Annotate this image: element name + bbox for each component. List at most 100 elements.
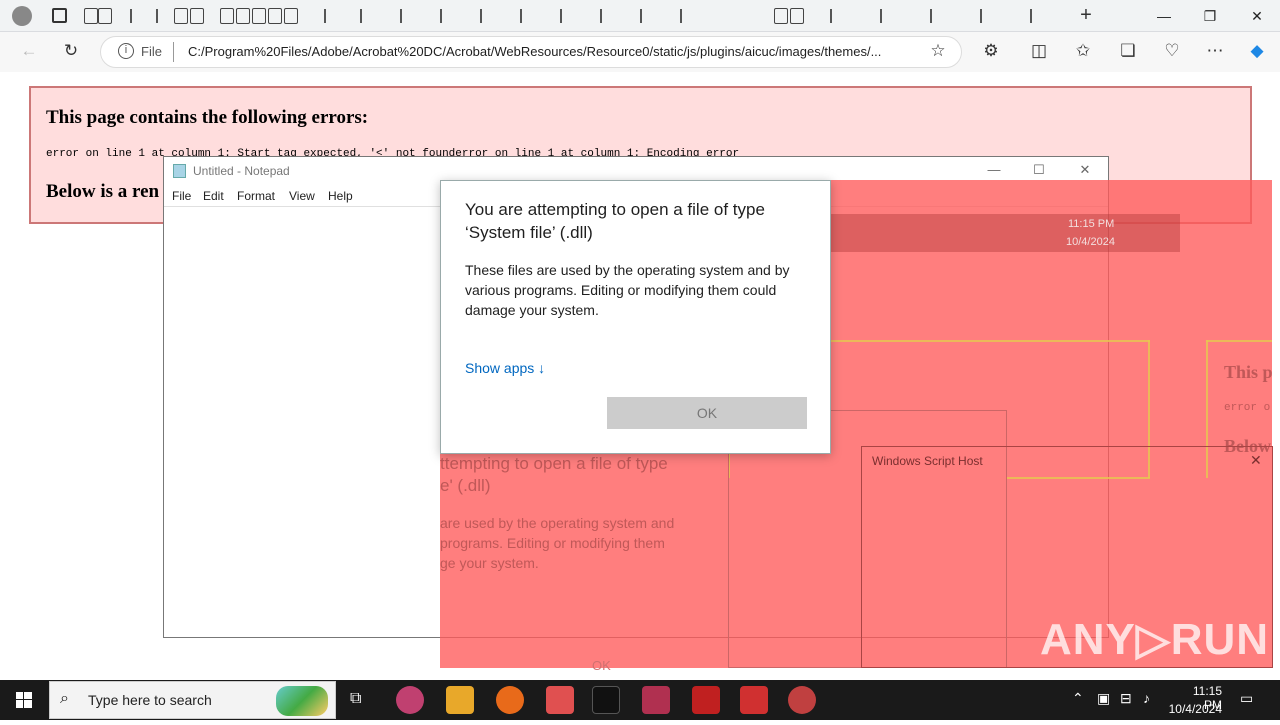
tab-separator-icon[interactable]	[980, 9, 982, 23]
pdf-app-icon[interactable]	[740, 686, 768, 714]
ghost-dialog-line4: programs. Editing or modifying them	[440, 535, 665, 551]
tray-volume-icon[interactable]: ♪	[1143, 690, 1150, 706]
tab-separator-icon[interactable]	[400, 9, 402, 23]
windows-logo-icon	[16, 692, 32, 708]
tab-separator-icon[interactable]	[440, 9, 442, 23]
tab-page-icon[interactable]	[190, 8, 204, 24]
ghost-ok: OK	[592, 658, 611, 673]
notepad-menu-help[interactable]: Help	[328, 189, 353, 203]
ghost-right-box-top	[1206, 340, 1272, 342]
ghost-right-error: error o	[1224, 402, 1271, 414]
minimize-button[interactable]: —	[1152, 4, 1176, 28]
anyrun-watermark: ANY▷RUN	[1040, 615, 1270, 664]
ok-button[interactable]: OK	[607, 397, 807, 429]
tab-actions-icon[interactable]	[52, 8, 67, 23]
taskbar-clock-date[interactable]: 10/4/2024	[1166, 702, 1222, 716]
address-scheme-label: File	[141, 44, 162, 59]
notepad-icon	[173, 164, 186, 178]
terminal-app-icon[interactable]	[592, 686, 620, 714]
favorite-star-icon[interactable]: ☆	[927, 40, 949, 62]
notepad-maximize-button[interactable]: ☐	[1029, 162, 1049, 180]
tab-separator-icon[interactable]	[640, 9, 642, 23]
ghost-time: 11:15 PM	[1068, 218, 1115, 230]
tab-page-icon[interactable]	[98, 8, 112, 24]
more-menu-icon[interactable]: ⋯	[1204, 40, 1226, 62]
restore-button[interactable]: ❐	[1198, 4, 1222, 28]
ghost-dialog-line3: are used by the operating system and	[440, 515, 675, 531]
copilot-icon[interactable]: ◆	[1246, 40, 1268, 62]
start-button[interactable]	[0, 680, 48, 720]
task-view-icon[interactable]: ⧉	[350, 690, 361, 708]
collections-icon[interactable]: ❏	[1117, 40, 1139, 62]
tray-chevron-icon[interactable]: ⌃	[1072, 690, 1084, 707]
tray-network-icon[interactable]: ⊟	[1120, 690, 1132, 707]
tab-page-icon[interactable]	[790, 8, 804, 24]
tab-page-icon[interactable]	[84, 8, 98, 24]
app-icon[interactable]	[788, 686, 816, 714]
search-highlight-icon	[276, 686, 328, 716]
tab-separator-icon[interactable]	[680, 9, 682, 23]
app-icon[interactable]	[546, 686, 574, 714]
app-icon[interactable]	[692, 686, 720, 714]
tab-separator-icon[interactable]	[360, 9, 362, 23]
tab-separator-icon[interactable]	[520, 9, 522, 23]
tab-page-icon[interactable]	[252, 8, 266, 24]
tab-separator-icon[interactable]	[1030, 9, 1032, 23]
windows-script-host-title: Windows Script Host	[872, 454, 983, 468]
tab-separator-icon[interactable]	[480, 9, 482, 23]
ghost-right-title: This p	[1224, 362, 1273, 382]
notifications-icon[interactable]: ▭	[1240, 690, 1253, 707]
new-tab-button[interactable]: +	[1075, 4, 1097, 26]
ghost-dialog-line1: ttempting to open a file of type	[440, 454, 668, 473]
tab-page-icon[interactable]	[220, 8, 234, 24]
xml-error-title: This page contains the following errors:	[46, 107, 369, 128]
edge-app-icon[interactable]	[396, 686, 424, 714]
address-url[interactable]: C:/Program%20Files/Adobe/Acrobat%20DC/Ac…	[188, 44, 918, 59]
tray-device-icon[interactable]: ▣	[1097, 690, 1110, 707]
close-button[interactable]: ✕	[1245, 4, 1269, 28]
file-explorer-app-icon[interactable]	[446, 686, 474, 714]
show-apps-link[interactable]: Show apps ↓	[465, 360, 545, 376]
notepad-text-area[interactable]	[165, 208, 440, 636]
xml-error-below-text: Below is a ren	[46, 181, 160, 202]
notepad-menu-format[interactable]: Format	[237, 189, 275, 203]
notepad-menu-view[interactable]: View	[289, 189, 315, 203]
app-icon[interactable]	[642, 686, 670, 714]
profile-icon[interactable]	[12, 6, 32, 26]
tab-separator-icon[interactable]	[930, 9, 932, 23]
info-icon[interactable]: i	[118, 43, 134, 59]
tab-separator-icon[interactable]	[130, 9, 132, 23]
tab-separator-icon[interactable]	[156, 9, 158, 23]
tab-separator-icon[interactable]	[560, 9, 562, 23]
ghost-dialog-line2: e' (.dll)	[440, 476, 491, 495]
ghost-dialog-line5: ge your system.	[440, 555, 539, 571]
dialog-title: You are attempting to open a file of typ…	[465, 200, 765, 242]
browser-essentials-icon[interactable]: ♡	[1161, 40, 1183, 62]
notepad-menu-edit[interactable]: Edit	[203, 189, 224, 203]
address-divider	[173, 42, 174, 62]
tab-separator-icon[interactable]	[880, 9, 882, 23]
refresh-icon[interactable]: ↻	[60, 40, 82, 62]
extensions-icon[interactable]: ⚙	[980, 40, 1002, 62]
notepad-menu-file[interactable]: File	[172, 189, 191, 203]
back-icon[interactable]: ←	[18, 40, 40, 62]
tab-separator-icon[interactable]	[830, 9, 832, 23]
notepad-minimize-button[interactable]: —	[984, 162, 1004, 180]
favorites-icon[interactable]: ✩	[1072, 40, 1094, 62]
notepad-close-button[interactable]: ✕	[1075, 162, 1095, 180]
dialog-body: These files are used by the operating sy…	[465, 262, 790, 318]
tab-page-icon[interactable]	[284, 8, 298, 24]
windows-script-host-close-icon[interactable]: ✕	[1250, 452, 1262, 469]
tab-page-icon[interactable]	[174, 8, 188, 24]
firefox-app-icon[interactable]	[496, 686, 524, 714]
search-icon: ⌕	[60, 690, 69, 707]
tab-page-icon[interactable]	[236, 8, 250, 24]
taskbar-search-placeholder: Type here to search	[88, 692, 212, 708]
split-screen-icon[interactable]: ◫	[1028, 40, 1050, 62]
tab-separator-icon[interactable]	[600, 9, 602, 23]
notepad-title: Untitled - Notepad	[193, 164, 290, 178]
tab-page-icon[interactable]	[268, 8, 282, 24]
ghost-date: 10/4/2024	[1066, 236, 1115, 248]
tab-page-icon[interactable]	[774, 8, 788, 24]
tab-separator-icon[interactable]	[324, 9, 326, 23]
